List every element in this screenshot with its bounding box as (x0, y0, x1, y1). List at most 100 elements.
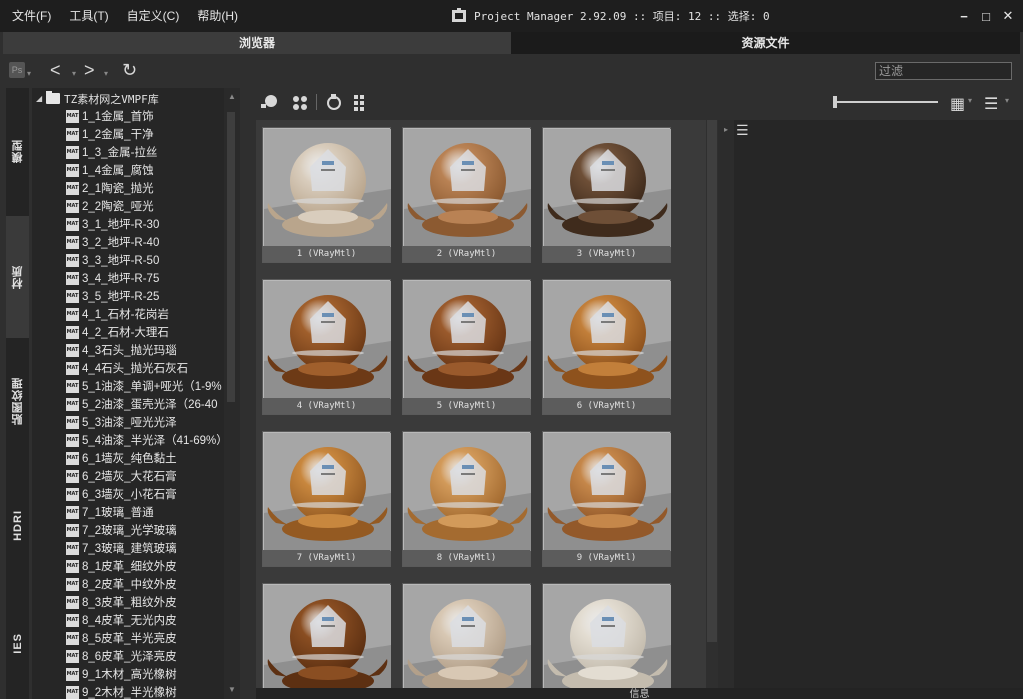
material-thumbnail[interactable] (262, 583, 391, 699)
tree-item[interactable]: MAT 8_2皮革_中纹外皮 (66, 575, 177, 593)
tree-item[interactable]: MAT 2_1陶瓷_抛光 (66, 179, 154, 197)
tree-item[interactable]: MAT 1_1金属_首饰 (66, 107, 154, 125)
material-thumbnail[interactable]: 8 (VRayMtl) (402, 431, 531, 567)
scroll-down-icon[interactable]: ▼ (227, 685, 237, 695)
slider-handle[interactable] (833, 96, 837, 108)
close-button[interactable]: ✕ (997, 5, 1019, 27)
refresh-icon[interactable]: ↻ (122, 60, 137, 80)
tree-scroll-thumb[interactable] (227, 112, 235, 402)
tree-item-label: 8_5皮革_半光亮皮 (82, 633, 177, 645)
menu-help[interactable]: 帮助(H) (189, 0, 246, 32)
scroll-up-icon[interactable]: ▲ (227, 92, 237, 102)
material-thumbnail[interactable]: 2 (VRayMtl) (402, 127, 531, 263)
material-preview-image (264, 129, 391, 247)
material-thumbnail[interactable]: 3 (VRayMtl) (542, 127, 671, 263)
tree-item[interactable]: MAT 2_2陶瓷_哑光 (66, 197, 154, 215)
menu-tools[interactable]: 工具(T) (61, 0, 116, 32)
menu-customize[interactable]: 自定义(C) (119, 0, 188, 32)
tree-item[interactable]: MAT 6_3墙灰_小花石膏 (66, 485, 177, 503)
material-thumbnail[interactable]: 9 (VRayMtl) (542, 431, 671, 567)
side-tab-ies[interactable]: IES (6, 588, 29, 699)
tree-item-label: 5_2油漆_蛋壳光泽（26-40 (82, 399, 218, 411)
tree-item[interactable]: MAT 6_1墙灰_纯色黏土 (66, 449, 177, 467)
tree-item[interactable]: MAT 5_1油漆_单调+哑光（1-9% (66, 377, 222, 395)
photoshop-icon[interactable]: Ps (9, 62, 25, 78)
tree-item[interactable]: MAT 9_1木材_高光橡树 (66, 665, 177, 683)
tree-item-label: 4_2_石材-大理石 (82, 327, 169, 339)
tree-item[interactable]: MAT 1_2金属_干净 (66, 125, 154, 143)
tree-item-label: 9_2木材_半光橡树 (82, 687, 177, 699)
tree-item[interactable]: MAT 3_2_地坪-R-40 (66, 233, 159, 251)
tree-item[interactable]: MAT 6_2墙灰_大花石膏 (66, 467, 177, 485)
tree-item[interactable]: MAT 1_4金属_腐蚀 (66, 161, 154, 179)
tree-item[interactable]: MAT 4_2_石材-大理石 (66, 323, 169, 341)
tree-item[interactable]: MAT 3_4_地坪-R-75 (66, 269, 159, 287)
tab-browser[interactable]: 浏览器 (3, 32, 511, 54)
tree-item[interactable]: MAT 3_1_地坪-R-30 (66, 215, 159, 233)
tree-root-folder[interactable]: ◢ TZ素材网之VMPF库 (36, 90, 159, 107)
tree-item[interactable]: MAT 8_3皮革_粗纹外皮 (66, 593, 177, 611)
material-grid-icon[interactable] (354, 95, 364, 111)
tree-item[interactable]: MAT 7_2玻璃_光学玻璃 (66, 521, 177, 539)
material-file-icon: MAT (66, 541, 79, 555)
forward-dropdown-icon[interactable]: ▾ (104, 64, 108, 84)
tab-resource-files[interactable]: 资源文件 (511, 32, 1020, 54)
collapse-arrow-icon[interactable]: ◢ (36, 94, 46, 103)
material-thumbnail[interactable]: 5 (VRayMtl) (402, 279, 531, 415)
tree-item[interactable]: MAT 5_3油漆_哑光光泽 (66, 413, 177, 431)
tree-item[interactable]: MAT 8_4皮革_无光内皮 (66, 611, 177, 629)
spheres-icon[interactable] (293, 96, 307, 110)
back-dropdown-icon[interactable]: ▾ (72, 64, 76, 84)
tree-item[interactable]: MAT 4_3石头_抛光玛瑙 (66, 341, 177, 359)
panel-divider[interactable]: ▸ (718, 120, 734, 699)
thumbnail-grid: 1 (VRayMtl) 2 (VRayMtl) 3 (VRayMtl) 4 (VRay… (256, 120, 706, 699)
tree-item[interactable]: MAT 8_1皮革_细纹外皮 (66, 557, 177, 575)
sort-dropdown-icon[interactable]: ▾ (1005, 96, 1009, 105)
tree-item[interactable]: MAT 5_4油漆_半光泽（41-69%） (66, 431, 224, 449)
tree-item[interactable]: MAT 5_2油漆_蛋壳光泽（26-40 (66, 395, 218, 413)
tree-item[interactable]: MAT 8_5皮革_半光亮皮 (66, 629, 177, 647)
material-file-icon: MAT (66, 469, 79, 483)
view-dropdown-icon[interactable]: ▾ (968, 96, 972, 105)
filter-input[interactable] (875, 62, 1012, 80)
minimize-button[interactable]: − (953, 5, 975, 27)
material-thumbnail[interactable] (542, 583, 671, 699)
sort-icon[interactable]: ☰ (984, 94, 998, 114)
tree-scrollbar[interactable]: ▲ ▼ (224, 88, 240, 699)
tree-item[interactable]: MAT 9_2木材_半光橡树 (66, 683, 177, 699)
back-arrow-icon[interactable]: < (50, 60, 61, 80)
tree-item[interactable]: MAT 4_4石头_抛光石灰石 (66, 359, 188, 377)
material-thumbnail[interactable] (402, 583, 531, 699)
side-tab-textures[interactable]: 贴图纹理 (6, 340, 29, 462)
menu-file[interactable]: 文件(F) (4, 0, 59, 32)
tree-item[interactable]: MAT 3_3_地坪-R-50 (66, 251, 159, 269)
grid-view-icon[interactable]: ▦ (950, 94, 965, 114)
tree-item[interactable]: MAT 4_1_石材-花岗岩 (66, 305, 169, 323)
side-tab-hdri[interactable]: HDRI (6, 464, 29, 586)
material-file-icon: MAT (66, 307, 79, 321)
thumbnail-size-slider[interactable] (834, 101, 938, 103)
list-icon[interactable]: ☰ (736, 122, 749, 139)
material-thumbnail[interactable]: 1 (VRayMtl) (262, 127, 391, 263)
material-thumbnail[interactable]: 6 (VRayMtl) (542, 279, 671, 415)
tree-item[interactable]: MAT 3_5_地坪-R-25 (66, 287, 159, 305)
maximize-button[interactable]: □ (975, 5, 997, 27)
side-tab-materials[interactable]: 材质 (6, 216, 29, 338)
side-tab-models[interactable]: 模型 (6, 88, 29, 214)
grid-scrollbar[interactable] (706, 120, 718, 699)
side-tabs: 模型 材质 贴图纹理 HDRI IES (6, 88, 29, 699)
teapot-icon[interactable] (261, 95, 277, 108)
material-file-icon: MAT (66, 289, 79, 303)
tree-item[interactable]: MAT 7_1玻璃_普通 (66, 503, 154, 521)
tree-item[interactable]: MAT 7_3玻璃_建筑玻璃 (66, 539, 177, 557)
material-apply-icon[interactable] (327, 94, 341, 110)
tree-item-label: 6_3墙灰_小花石膏 (82, 489, 177, 501)
tree-item[interactable]: MAT 8_6皮革_光泽亮皮 (66, 647, 177, 665)
expand-arrow-icon[interactable]: ▸ (724, 125, 728, 134)
forward-arrow-icon[interactable]: > (84, 60, 95, 80)
grid-scroll-thumb[interactable] (707, 120, 717, 642)
material-thumbnail[interactable]: 7 (VRayMtl) (262, 431, 391, 567)
tree-item[interactable]: MAT 1_3_金属-拉丝 (66, 143, 157, 161)
ps-dropdown-icon[interactable]: ▾ (27, 64, 31, 84)
material-thumbnail[interactable]: 4 (VRayMtl) (262, 279, 391, 415)
